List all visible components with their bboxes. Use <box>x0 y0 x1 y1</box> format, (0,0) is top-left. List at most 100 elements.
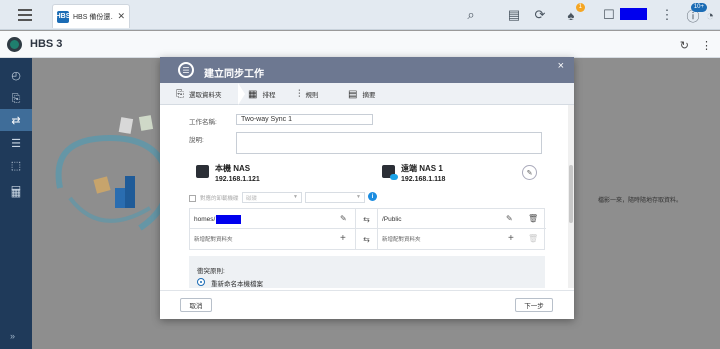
description-label: 說明: <box>189 137 204 144</box>
step-label: 排程 <box>262 92 276 99</box>
dialog-scrollbar[interactable] <box>568 105 574 288</box>
add-local-folder-cell[interactable]: 新增配對資料夾 + <box>190 229 356 249</box>
step-select-folders: ⎘ 選取資料夾 <box>176 83 222 105</box>
cancel-button[interactable]: 取消 <box>180 298 212 312</box>
dialog-body: 工作名稱: Two-way Sync 1 說明: 本機 NAS 192.168.… <box>160 105 564 288</box>
disk-select[interactable]: 磁碟 ▼ <box>242 192 302 203</box>
summary-icon: ▤ <box>348 88 358 100</box>
info-tooltip-icon[interactable]: i <box>368 192 377 201</box>
sync-icon[interactable]: ⟳ <box>531 6 549 24</box>
step-chevron <box>238 83 245 105</box>
close-icon[interactable]: × <box>558 60 564 72</box>
remote-nas-icon <box>382 165 398 180</box>
remote-nas: 遠端 NAS 1 192.168.1.118 <box>382 163 445 183</box>
redacted-username <box>216 214 242 224</box>
next-button[interactable]: 下一步 <box>515 298 553 312</box>
plus-icon[interactable]: + <box>340 233 346 244</box>
notification-icon[interactable]: ♠ 1 <box>562 3 585 24</box>
add-remote-label: 新增配對資料夾 <box>382 237 421 243</box>
sidebar-item-reports[interactable]: ▦ <box>0 181 32 203</box>
map-checkbox[interactable] <box>189 195 196 202</box>
info-icon[interactable]: ⓘ 10+ <box>684 3 707 24</box>
sliders-icon: ⫶ <box>298 88 301 100</box>
refresh-icon[interactable]: ↻ <box>680 39 689 52</box>
sidebar: ◴ ⎘ ⇄ ☰ ⬚ ▭ <box>0 58 32 349</box>
app-header: HBS 3 ↻ ⋮ <box>0 31 720 58</box>
nas-icon <box>196 165 209 178</box>
create-sync-dialog: ☰ 建立同步工作 × ⎘ 選取資料夾 ▦ 排程 ⫶ 規則 ▤ 摘要 工作名稱: Two-… <box>160 57 574 319</box>
chevron-down-icon: ▼ <box>356 194 361 200</box>
add-local-label: 新增配對資料夾 <box>194 237 233 243</box>
step-rules: ⫶ 規則 <box>298 83 319 105</box>
sync-job-icon: ☰ <box>178 62 194 78</box>
delete-icon[interactable]: 🗑 <box>528 214 538 223</box>
map-label: 對應的卸載機碟 <box>200 196 239 202</box>
local-nas-ip: 192.168.1.121 <box>215 176 260 183</box>
edit-remote-icon[interactable]: ✎ <box>522 165 537 180</box>
edit-icon[interactable]: ✎ <box>506 214 513 223</box>
hbs-tab-icon: HBS <box>56 10 70 23</box>
app-title: HBS 3 <box>30 38 63 50</box>
local-nas-name: 本機 NAS <box>215 164 251 173</box>
calendar-icon: ▦ <box>248 88 258 100</box>
notification-badge: 1 <box>575 3 585 12</box>
dialog-header: ☰ 建立同步工作 × <box>160 57 574 83</box>
description-field[interactable] <box>236 132 542 154</box>
job-name-label: 工作名稱: <box>189 119 217 126</box>
sidebar-item-settings[interactable] <box>0 160 32 182</box>
sidebar-item-overview[interactable]: ◴ <box>0 64 32 86</box>
menu-icon[interactable] <box>6 4 44 26</box>
add-pair-row: 新增配對資料夾 + ⇆ 新增配對資料夾 + 🗑 <box>190 229 546 249</box>
delete-icon: 🗑 <box>528 234 539 243</box>
tab-label: HBS 備份還... <box>73 13 114 21</box>
username-redacted[interactable] <box>620 8 647 20</box>
folder-pair-row: homes/ ✎ ⇆ /Public ✎ 🗑 <box>190 209 546 229</box>
job-name-field[interactable]: Two-way Sync 1 <box>236 114 373 125</box>
storage-icon[interactable]: ▤ <box>505 6 523 24</box>
expand-sidebar-icon[interactable]: » <box>10 331 15 341</box>
select-placeholder: 磁碟 <box>246 196 258 202</box>
background-description: 檔影一來，隨時隨地存取資料。 <box>598 198 683 204</box>
plus-icon[interactable]: + <box>508 233 514 244</box>
step-label: 摘要 <box>362 92 376 99</box>
remote-nas-name: 遠端 NAS 1 <box>401 164 443 173</box>
more-icon[interactable]: ⋮ <box>658 6 676 24</box>
add-remote-folder-cell[interactable]: 新增配對資料夾 + 🗑 <box>378 229 546 249</box>
more-options-icon[interactable]: ⋮ <box>701 39 712 52</box>
sync-direction-icon: ⇆ <box>356 229 378 249</box>
chevron-down-icon: ▼ <box>293 194 298 200</box>
sidebar-item-sync[interactable]: ⇄ <box>0 109 32 131</box>
app-tab[interactable]: HBS HBS 備份還... ✕ <box>52 4 130 28</box>
dashboard-icon[interactable]: ◔ <box>701 6 719 24</box>
search-icon[interactable]: ⌕ <box>462 6 480 24</box>
dialog-footer: 取消 下一步 <box>160 290 574 319</box>
sidebar-item-storage[interactable]: ☰ <box>0 132 32 154</box>
hbs-logo <box>7 37 22 52</box>
conflict-policy-panel: 衝突原則: 重新命名本機檔案 <box>189 256 545 288</box>
remote-folder-path: /Public <box>382 215 402 223</box>
conflict-title: 衝突原則: <box>197 268 225 275</box>
dialog-title: 建立同步工作 <box>204 69 264 80</box>
step-label: 規則 <box>305 92 319 99</box>
remote-nas-ip: 192.168.1.118 <box>401 176 446 183</box>
folder-pair-table: homes/ ✎ ⇆ /Public ✎ 🗑 新增配對資料夾 + ⇆ 新增配對資… <box>189 208 546 250</box>
sidebar-item-backup[interactable]: ⎘ <box>0 88 32 110</box>
step-summary: ▤ 摘要 <box>348 83 375 105</box>
local-nas: 本機 NAS 192.168.1.121 <box>196 163 260 183</box>
step-schedule: ▦ 排程 <box>248 83 275 105</box>
browser-topbar: HBS HBS 備份還... ✕ ⌕ ▤ ⟳ ♠ 1 ☐ ⋮ ⓘ 10+ ◔ <box>0 0 720 30</box>
user-icon[interactable]: ☐ <box>600 6 618 24</box>
sync-direction-icon: ⇆ <box>356 209 378 229</box>
tab-close-icon[interactable]: ✕ <box>117 11 125 22</box>
edit-icon[interactable]: ✎ <box>340 214 347 223</box>
local-folder-cell[interactable]: homes/ ✎ <box>190 209 356 229</box>
conflict-option-label: 重新命名本機檔案 <box>211 281 263 288</box>
conflict-radio[interactable] <box>197 278 205 286</box>
wizard-steps: ⎘ 選取資料夾 ▦ 排程 ⫶ 規則 ▤ 摘要 <box>160 83 574 105</box>
local-folder-path: homes/ <box>194 215 216 223</box>
remote-folder-cell[interactable]: /Public ✎ 🗑 <box>378 209 546 229</box>
secondary-select[interactable]: ▼ <box>305 192 365 203</box>
folders-icon: ⎘ <box>176 88 184 100</box>
step-label: 選取資料夾 <box>189 92 222 99</box>
scrollbar-thumb[interactable] <box>569 165 573 223</box>
